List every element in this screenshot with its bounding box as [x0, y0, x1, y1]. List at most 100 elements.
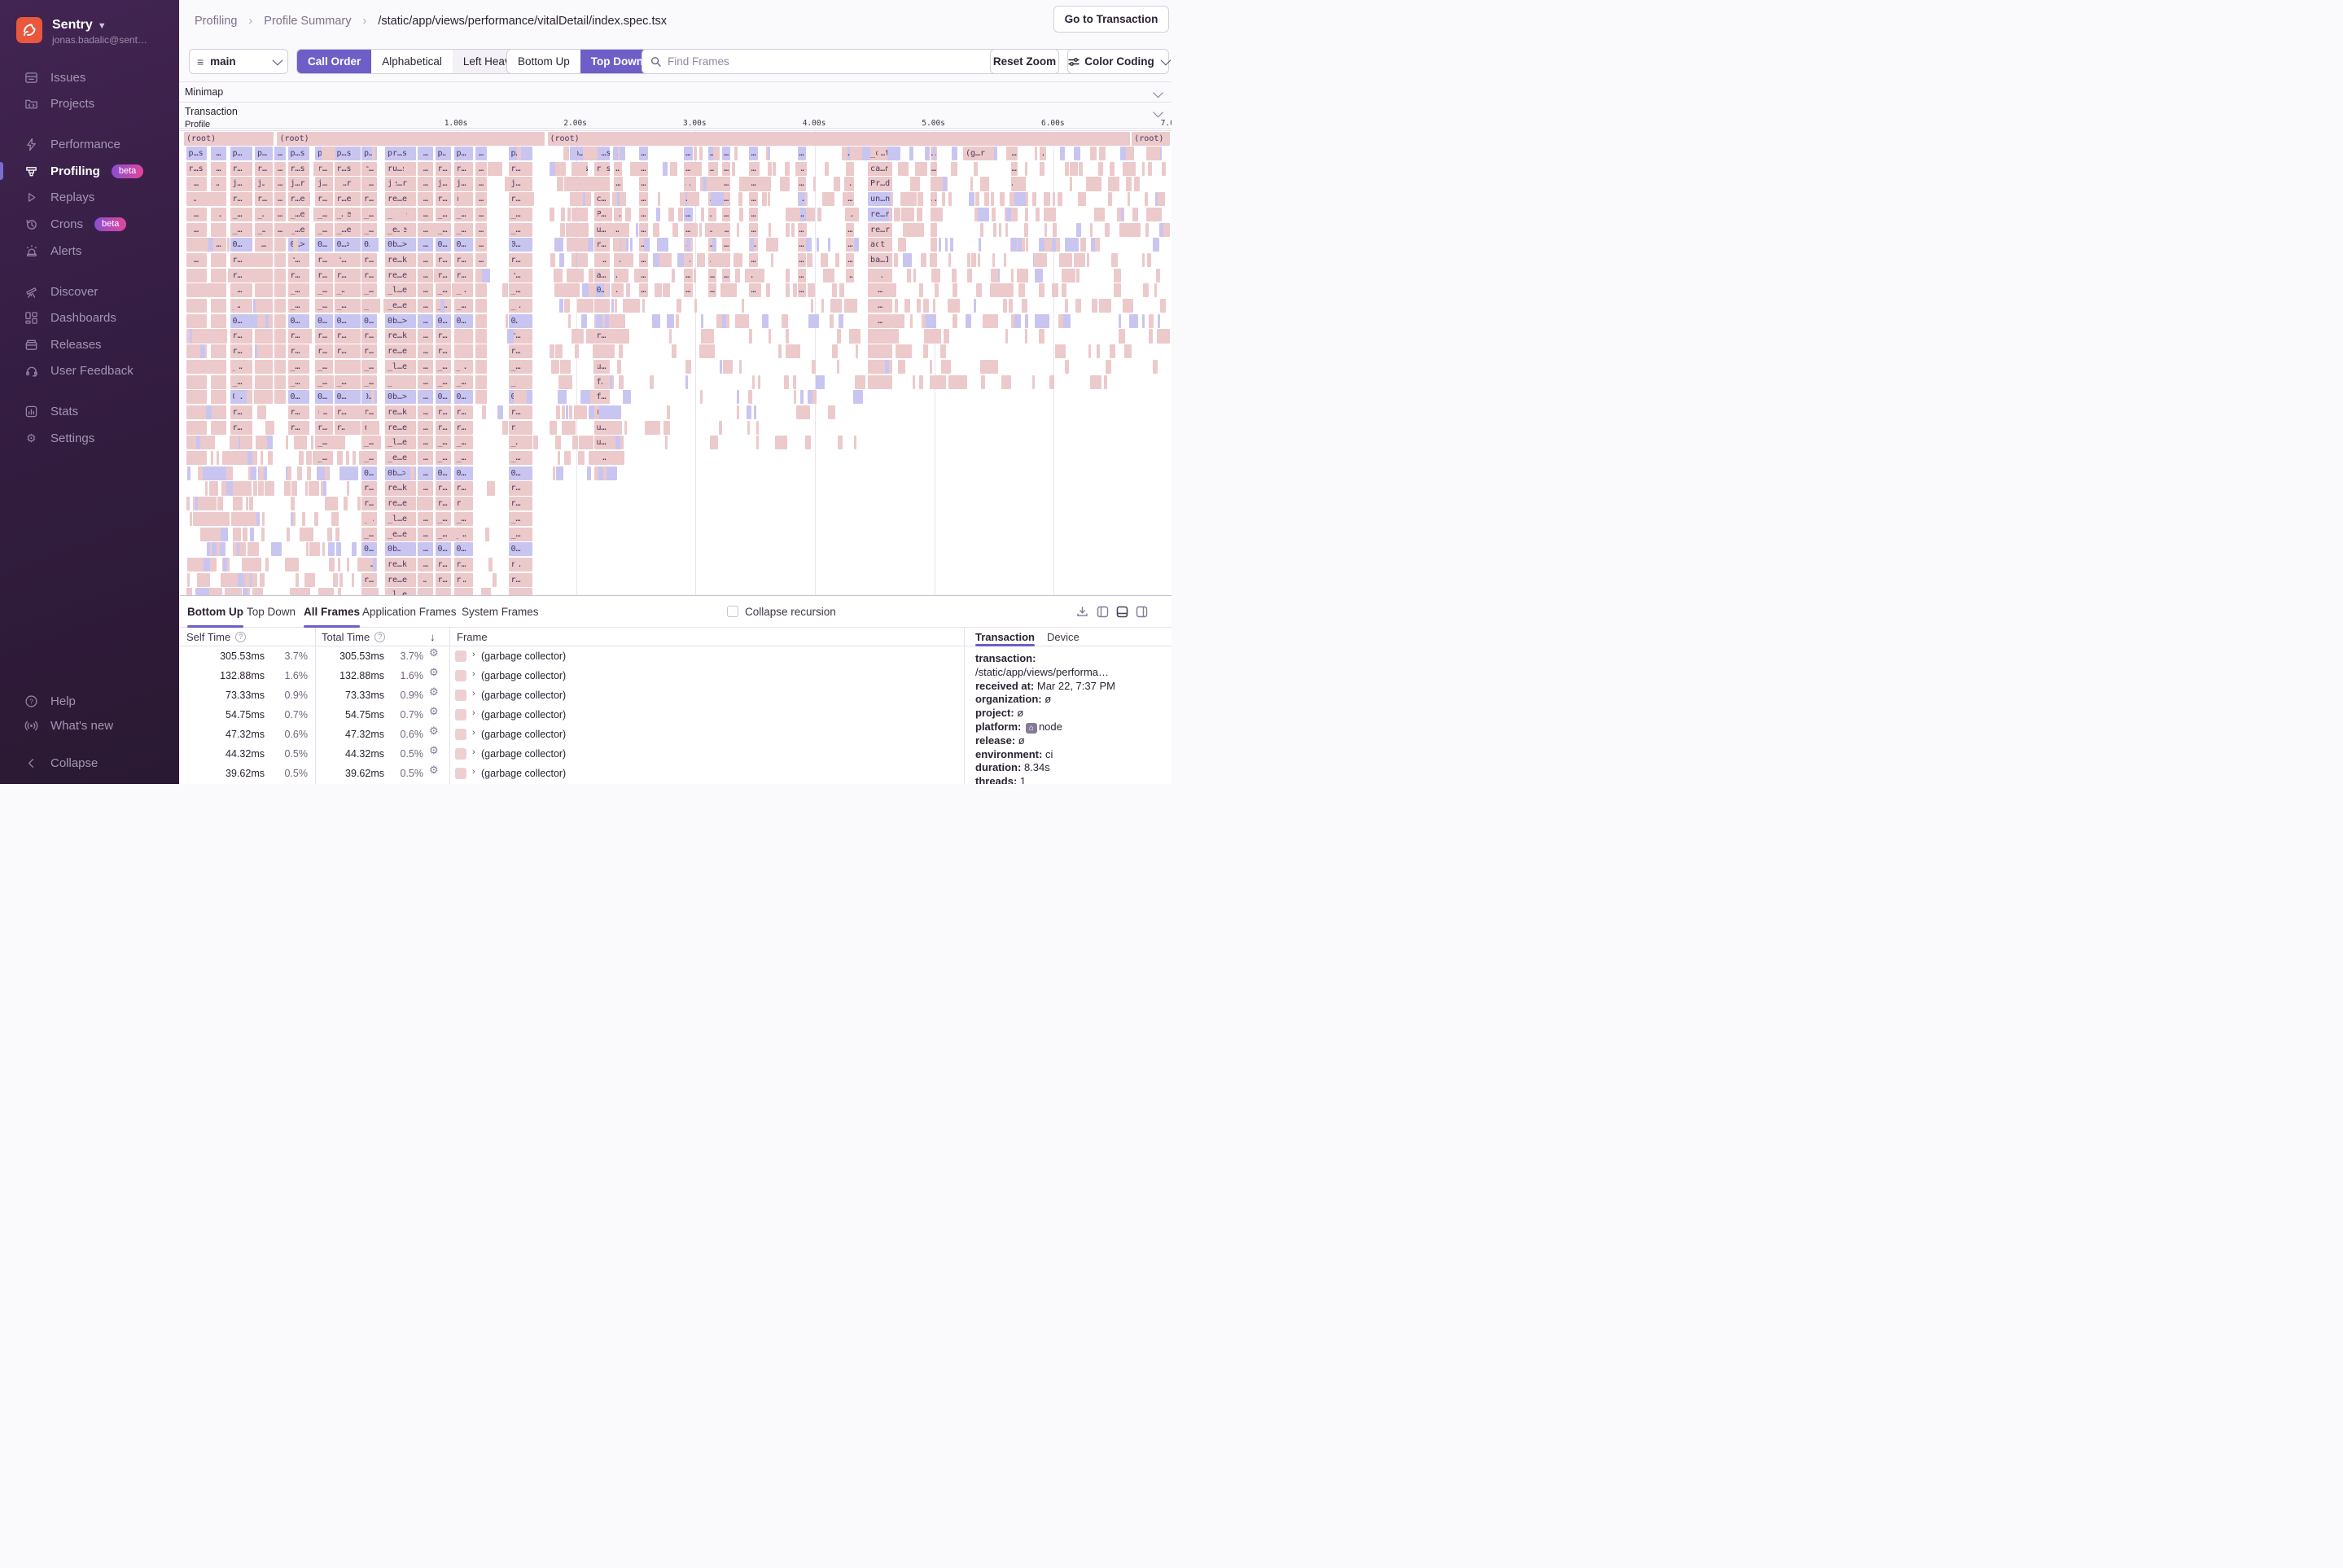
sidebar-item-help[interactable]: ?Help: [0, 690, 179, 713]
flame-frame[interactable]: [467, 253, 472, 267]
flame-frame[interactable]: [917, 208, 923, 221]
table-row[interactable]: 47.32ms0.6%47.32ms0.6%⚙›(garbage collect…: [180, 725, 964, 744]
flame-frame[interactable]: [1104, 375, 1106, 389]
flame-frame[interactable]: [335, 528, 339, 541]
flame-frame[interactable]: [313, 208, 316, 221]
flame-frame[interactable]: [933, 147, 935, 160]
flame-frame-…[interactable]: …: [798, 253, 806, 267]
flame-frame[interactable]: [212, 542, 214, 556]
flame-frame[interactable]: [587, 177, 602, 191]
flame-frame[interactable]: [1119, 329, 1125, 343]
flame-frame[interactable]: [952, 269, 957, 283]
flame-frame[interactable]: [697, 162, 702, 176]
flame-frame[interactable]: [190, 329, 192, 343]
flame-frame[interactable]: [644, 238, 650, 252]
flame-frame[interactable]: [261, 528, 265, 541]
flame-frame[interactable]: [1052, 238, 1056, 252]
sidebar-item-dashboards[interactable]: Dashboards: [0, 307, 179, 330]
flame-frame[interactable]: [274, 269, 286, 283]
expand-chevron-icon[interactable]: ›: [472, 689, 475, 699]
flame-frame[interactable]: [219, 177, 222, 191]
tab-top-down[interactable]: Top Down: [247, 596, 296, 627]
flame-frame[interactable]: [1014, 314, 1020, 328]
flame-frame[interactable]: [264, 208, 268, 221]
flame-frame[interactable]: [333, 573, 337, 587]
flame-frame[interactable]: [1040, 283, 1044, 297]
flame-frame[interactable]: [669, 314, 675, 328]
flame-frame-_…[interactable]: _…: [315, 451, 333, 465]
flame-frame-j…[interactable]: j…: [230, 177, 253, 191]
flame-frame-_…[interactable]: _…: [436, 512, 451, 526]
flame-frame[interactable]: [265, 375, 269, 389]
flame-frame-…[interactable]: …: [639, 177, 648, 191]
flame-frame[interactable]: [993, 223, 996, 237]
flame-frame-r…[interactable]: r…: [361, 573, 377, 587]
flame-frame[interactable]: [758, 177, 771, 191]
flame-frame[interactable]: [626, 238, 628, 252]
flame-frame[interactable]: [734, 253, 739, 267]
flame-frame[interactable]: [457, 344, 467, 358]
flame-frame[interactable]: [747, 405, 751, 419]
flame-frame[interactable]: [208, 588, 221, 595]
flame-frame[interactable]: [291, 512, 293, 526]
flame-frame[interactable]: [469, 436, 471, 449]
flame-frame[interactable]: [306, 451, 313, 465]
flame-frame-…[interactable]: …: [418, 573, 433, 587]
flame-frame[interactable]: [193, 497, 195, 510]
flame-frame[interactable]: [756, 421, 759, 435]
flame-frame[interactable]: [253, 481, 257, 495]
flame-frame[interactable]: [1070, 177, 1072, 191]
flame-frame[interactable]: [186, 390, 207, 404]
flame-frame[interactable]: [558, 177, 563, 191]
flame-frame[interactable]: [720, 283, 725, 297]
flame-frame[interactable]: [338, 588, 341, 595]
flame-frame[interactable]: [672, 269, 675, 283]
flame-frame[interactable]: [847, 299, 854, 313]
flame-frame[interactable]: [222, 451, 226, 465]
flame-frame[interactable]: [832, 283, 837, 297]
flame-frame[interactable]: [308, 329, 312, 343]
flamegraph-canvas[interactable]: (root)(root)(root)(root)p…sr…s……………………………: [180, 130, 1172, 595]
flame-frame[interactable]: [1058, 192, 1062, 206]
flame-frame[interactable]: [376, 436, 381, 449]
flame-frame-_…e[interactable]: _…e: [288, 208, 310, 221]
flame-frame[interactable]: [786, 283, 790, 297]
flame-frame[interactable]: [205, 573, 208, 587]
flame-frame[interactable]: [582, 314, 587, 328]
flame-frame-_…[interactable]: _…: [361, 436, 377, 449]
flame-frame[interactable]: [196, 192, 212, 206]
flame-frame[interactable]: [573, 329, 576, 343]
flame-frame[interactable]: [322, 147, 335, 160]
flame-frame[interactable]: [613, 238, 620, 252]
flame-frame[interactable]: [226, 512, 230, 526]
flame-frame-j…[interactable]: j…: [315, 177, 333, 191]
flame-frame[interactable]: [250, 269, 256, 283]
flame-frame-0b…>[interactable]: 0b…>: [385, 314, 416, 328]
flame-frame[interactable]: [580, 390, 585, 404]
flame-frame[interactable]: [554, 269, 563, 283]
flame-frame-0…[interactable]: 0…: [436, 238, 451, 252]
breadcrumb-profile-summary[interactable]: Profile Summary: [264, 15, 351, 28]
flame-frame[interactable]: [203, 466, 217, 480]
flame-frame[interactable]: [623, 390, 631, 404]
transaction-panel-header[interactable]: Transaction: [179, 102, 1172, 120]
flame-frame[interactable]: [369, 299, 379, 313]
flame-frame[interactable]: [711, 253, 715, 267]
flame-frame[interactable]: [915, 162, 928, 176]
flame-frame[interactable]: [786, 329, 789, 343]
flame-frame-…[interactable]: …: [418, 238, 433, 252]
flame-frame[interactable]: [626, 283, 630, 297]
flame-frame[interactable]: [952, 375, 967, 389]
flame-frame[interactable]: [217, 421, 221, 435]
flame-frame[interactable]: [250, 528, 254, 541]
flame-frame[interactable]: [825, 162, 830, 176]
flame-frame[interactable]: [806, 208, 812, 221]
flame-frame[interactable]: [823, 269, 828, 283]
flame-frame[interactable]: [261, 451, 263, 465]
flame-frame-re…k[interactable]: re…k: [385, 481, 416, 495]
flame-frame[interactable]: [228, 269, 234, 283]
flame-frame-r…s[interactable]: r…s: [335, 162, 361, 176]
flame-frame-_l…e[interactable]: _l…e: [385, 360, 416, 374]
flame-frame[interactable]: [233, 283, 238, 297]
flame-frame-…[interactable]: …: [1011, 147, 1018, 160]
